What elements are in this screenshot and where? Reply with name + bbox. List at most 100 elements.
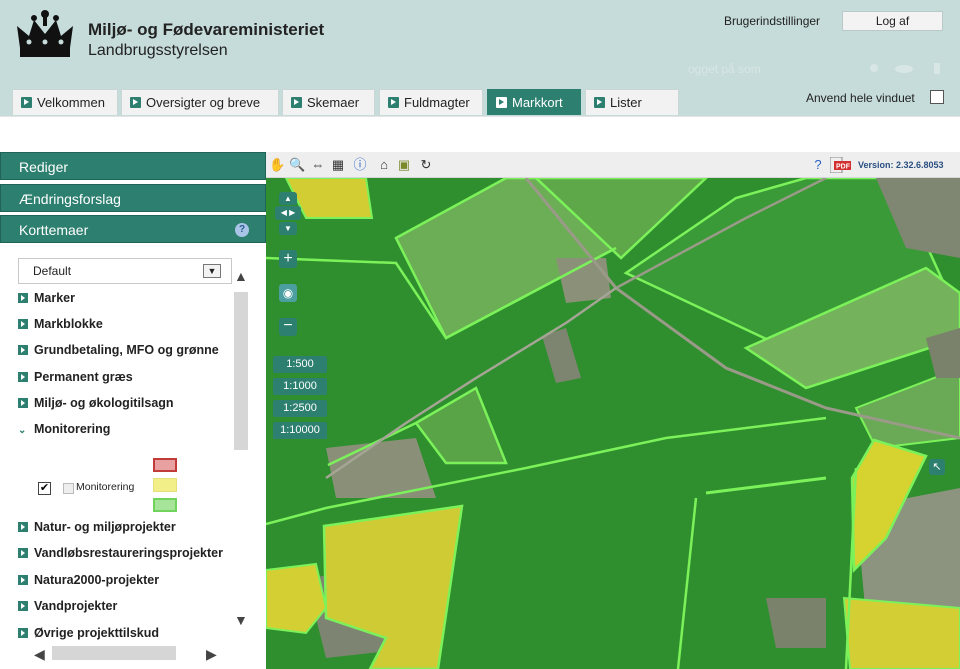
arrow-right-icon bbox=[21, 97, 32, 108]
arrow-right-icon bbox=[18, 601, 28, 611]
zoom-icon[interactable]: 🔍 bbox=[289, 157, 305, 173]
section-label: Korttemaer bbox=[19, 222, 89, 238]
user-settings-link[interactable]: Brugerindstillinger bbox=[724, 14, 820, 28]
tab-label: Markkort bbox=[512, 95, 563, 110]
pdf-icon[interactable]: PDF bbox=[830, 157, 852, 173]
tab-label: Fuldmagter bbox=[404, 95, 470, 110]
scroll-right-icon[interactable]: ▶ bbox=[206, 646, 217, 663]
arrow-right-icon bbox=[388, 97, 399, 108]
arrow-right-icon bbox=[18, 548, 28, 558]
scale-button-1000[interactable]: 1:1000 bbox=[273, 378, 327, 395]
svg-text:PDF: PDF bbox=[836, 164, 851, 171]
layer-label: Marker bbox=[34, 291, 75, 305]
use-window-checkbox[interactable] bbox=[930, 90, 944, 104]
layer-label: Miljø- og økologitilsagn bbox=[34, 396, 174, 410]
horizontal-scrollbar[interactable] bbox=[52, 646, 176, 660]
aerial-map bbox=[266, 178, 960, 669]
header-spacer bbox=[0, 116, 960, 152]
layer-natur-miljoe[interactable]: Natur- og miljøprojekter bbox=[18, 520, 176, 534]
theme-select[interactable]: Default ▼ bbox=[18, 258, 232, 284]
tab-oversigter[interactable]: Oversigter og breve bbox=[121, 89, 279, 115]
logout-button[interactable]: Log af bbox=[842, 11, 943, 31]
pan-left-right-icon[interactable]: ◀ ▶ bbox=[275, 206, 301, 220]
chevron-down-icon[interactable]: ▼ bbox=[203, 264, 221, 278]
scroll-up-icon[interactable]: ▲ bbox=[234, 268, 248, 284]
zoom-in-icon[interactable]: + bbox=[279, 250, 297, 268]
arrow-right-icon bbox=[291, 97, 302, 108]
map-toolbar: ✋ 🔍 ⇔ ▦ ⓘ ⌂ ▣ ↻ ? PDF Version: 2.32.6.80… bbox=[266, 152, 960, 178]
home-icon[interactable]: ⌂ bbox=[376, 157, 392, 173]
arrow-right-icon bbox=[18, 628, 28, 638]
tab-label: Lister bbox=[610, 95, 642, 110]
section-label: Rediger bbox=[19, 159, 69, 175]
tab-markkort[interactable]: Markkort bbox=[487, 89, 581, 115]
layer-grundbetaling[interactable]: Grundbetaling, MFO og grønne bbox=[18, 343, 219, 357]
scale-button-500[interactable]: 1:500 bbox=[273, 356, 327, 373]
zoom-out-icon[interactable]: − bbox=[279, 318, 297, 336]
arrow-right-icon bbox=[18, 345, 28, 355]
scroll-left-icon[interactable]: ◀ bbox=[34, 646, 45, 663]
pan-hand-icon[interactable]: ✋ bbox=[269, 157, 285, 173]
logged-in-as-text: ogget på som bbox=[688, 62, 761, 76]
scale-button-2500[interactable]: 1:2500 bbox=[273, 400, 327, 417]
monitorering-checkbox[interactable]: ✔ bbox=[38, 482, 51, 495]
select-value: Default bbox=[33, 264, 72, 278]
faded-icons bbox=[870, 63, 940, 74]
arrow-right-icon bbox=[18, 293, 28, 303]
scroll-down-icon[interactable]: ▼ bbox=[234, 612, 248, 628]
arrow-right-icon bbox=[130, 97, 141, 108]
help-icon[interactable]: ? bbox=[235, 223, 249, 237]
legend-yellow-swatch bbox=[153, 478, 177, 492]
app-header: Miljø- og Fødevareministeriet Landbrugss… bbox=[0, 0, 960, 116]
arrow-right-icon bbox=[18, 372, 28, 382]
left-panel: Rediger Ændringsforslag Korttemaer ? Def… bbox=[0, 152, 266, 669]
tab-fuldmagter[interactable]: Fuldmagter bbox=[379, 89, 483, 115]
scale-button-10000[interactable]: 1:10000 bbox=[273, 422, 327, 439]
monitorering-sub-checkbox[interactable] bbox=[63, 483, 74, 494]
org-name: Miljø- og Fødevareministeriet bbox=[88, 20, 325, 39]
layer-monitorering[interactable]: ⌄ Monitorering bbox=[18, 422, 110, 436]
layer-natura2000[interactable]: Natura2000-projekter bbox=[18, 573, 159, 587]
tab-velkommen[interactable]: Velkommen bbox=[12, 89, 118, 115]
layer-miljoe-tilsagn[interactable]: Miljø- og økologitilsagn bbox=[18, 396, 174, 410]
layer-label: Grundbetaling, MFO og grønne bbox=[34, 343, 219, 357]
layer-label: Markblokke bbox=[34, 317, 103, 331]
section-label: Ændringsforslag bbox=[19, 191, 121, 207]
layer-oevrige[interactable]: Øvrige projekttilskud bbox=[18, 626, 159, 640]
layer-label: Natur- og miljøprojekter bbox=[34, 520, 176, 534]
info-icon[interactable]: ⓘ bbox=[352, 157, 368, 173]
layer-vandloeb[interactable]: Vandløbsrestaureringsprojekter bbox=[18, 546, 223, 560]
version-label: Version: 2.32.6.8053 bbox=[858, 160, 944, 170]
arrow-right-icon bbox=[594, 97, 605, 108]
section-korttemaer[interactable]: Korttemaer ? bbox=[0, 215, 266, 243]
vertical-scrollbar[interactable] bbox=[234, 292, 248, 450]
arrow-right-icon bbox=[496, 97, 507, 108]
layer-marker[interactable]: Marker bbox=[18, 291, 75, 305]
globe-icon[interactable]: ◉ bbox=[279, 284, 297, 302]
pan-down-icon[interactable]: ▼ bbox=[279, 222, 297, 235]
layers-icon[interactable]: ▦ bbox=[330, 157, 346, 173]
agency-name: Landbrugsstyrelsen bbox=[88, 42, 228, 59]
tab-skemaer[interactable]: Skemaer bbox=[282, 89, 375, 115]
pan-up-icon[interactable]: ▲ bbox=[279, 192, 297, 205]
expand-icon[interactable]: ↖ bbox=[929, 459, 945, 475]
legend-red-swatch bbox=[153, 458, 177, 472]
layer-permanent-graes[interactable]: Permanent græs bbox=[18, 370, 133, 384]
use-window-label: Anvend hele vinduet bbox=[806, 91, 915, 105]
section-rediger[interactable]: Rediger bbox=[0, 152, 266, 180]
chevron-down-icon: ⌄ bbox=[18, 425, 27, 436]
layer-label: Vandprojekter bbox=[34, 599, 118, 613]
tab-lister[interactable]: Lister bbox=[585, 89, 679, 115]
refresh-icon[interactable]: ↻ bbox=[418, 157, 434, 173]
map-icon[interactable]: ▣ bbox=[396, 157, 412, 173]
section-aendringsforslag[interactable]: Ændringsforslag bbox=[0, 184, 266, 212]
layer-markblokke[interactable]: Markblokke bbox=[18, 317, 103, 331]
measure-icon[interactable]: ⇔ bbox=[310, 157, 326, 173]
map-view[interactable]: ▲ ◀ ▶ ▼ + ◉ − 1:500 1:1000 1:2500 1:1000… bbox=[266, 178, 960, 669]
legend-green-swatch bbox=[153, 498, 177, 512]
arrow-right-icon bbox=[18, 575, 28, 585]
layer-vandprojekter[interactable]: Vandprojekter bbox=[18, 599, 117, 613]
help-icon[interactable]: ? bbox=[810, 157, 826, 173]
tab-label: Velkommen bbox=[37, 95, 105, 110]
layer-label: Permanent græs bbox=[34, 370, 133, 384]
